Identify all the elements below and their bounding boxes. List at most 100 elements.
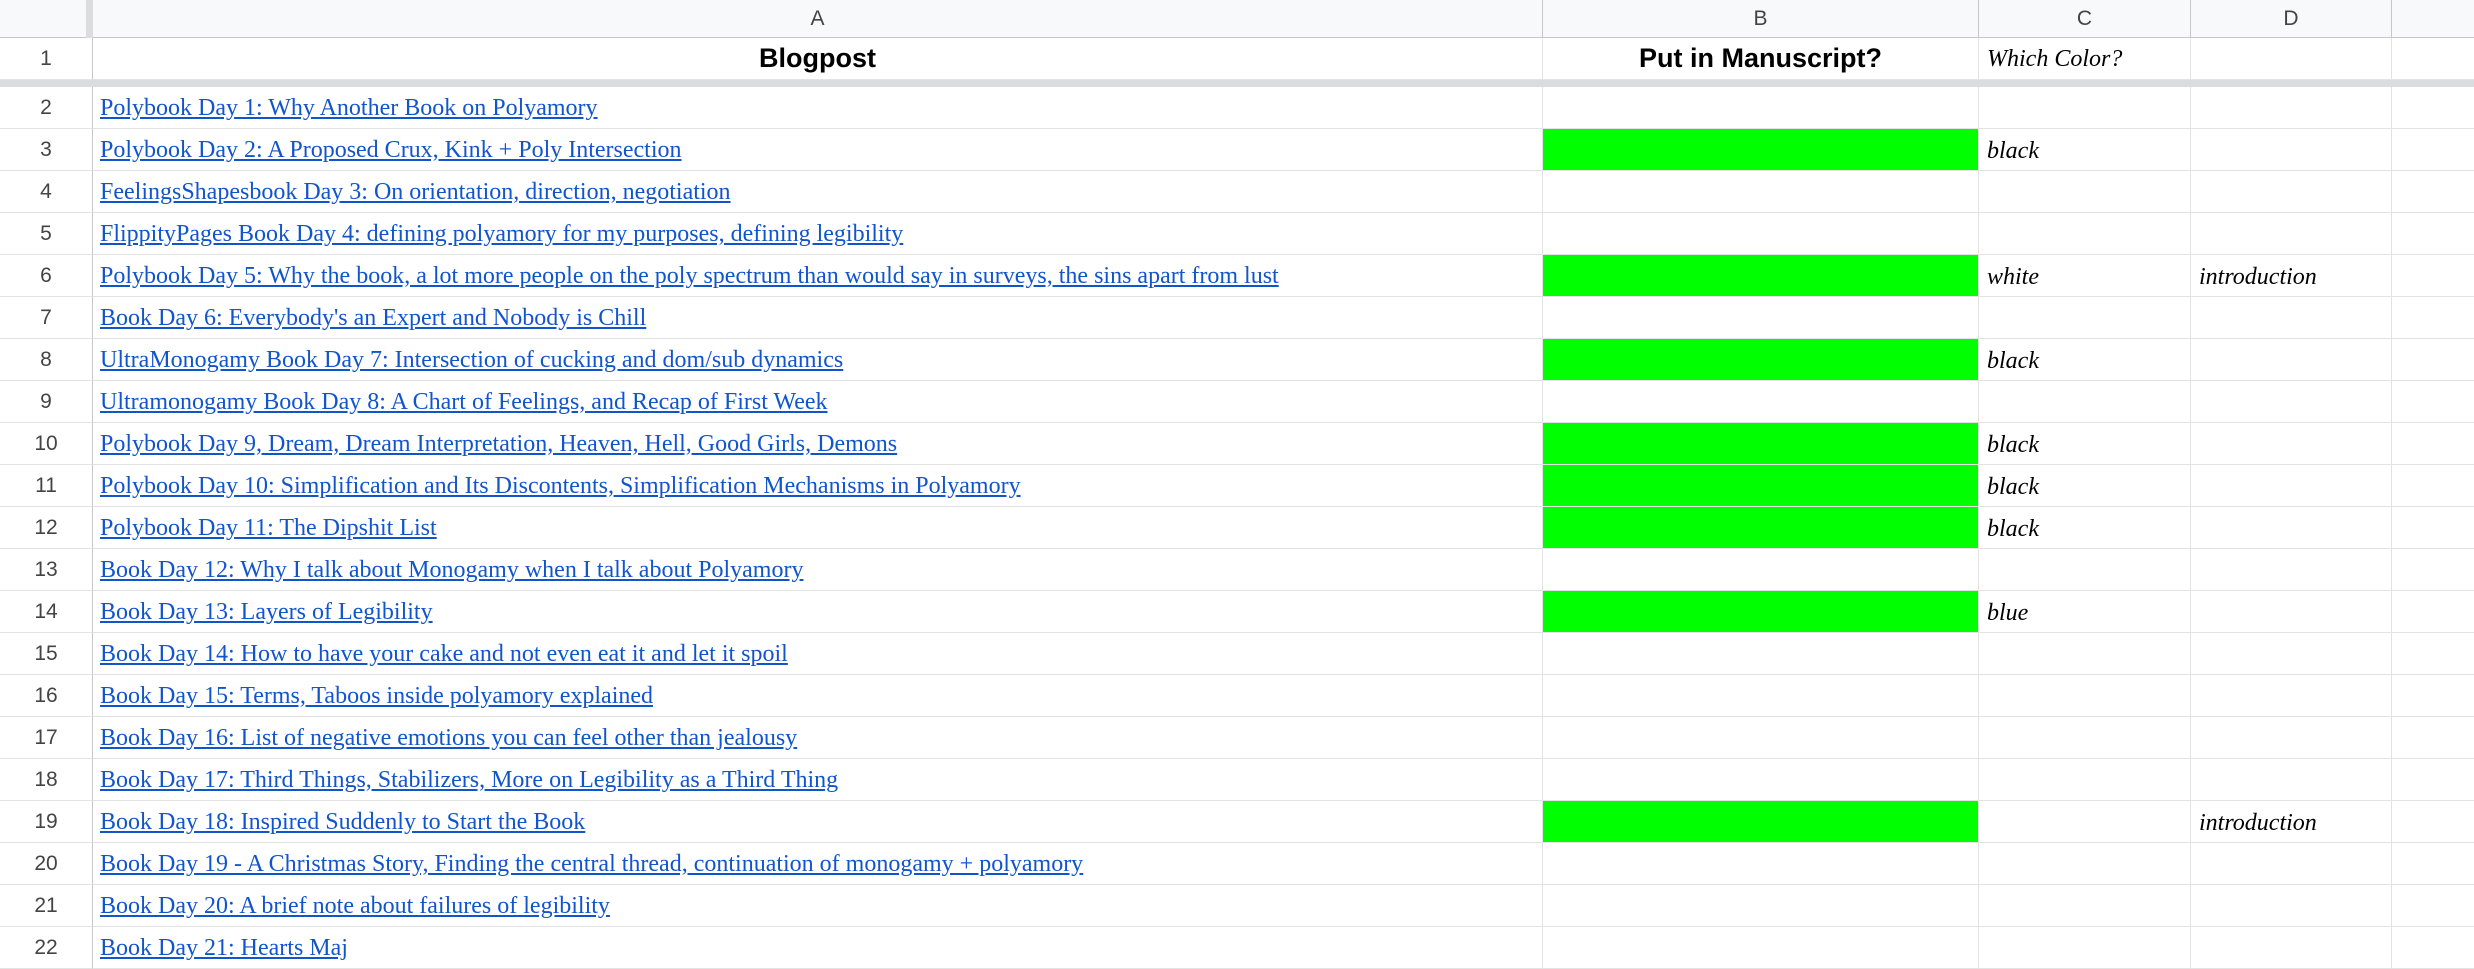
section-cell[interactable] xyxy=(2191,507,2392,549)
color-cell[interactable] xyxy=(1979,87,2191,129)
blogpost-link[interactable]: Polybook Day 1: Why Another Book on Poly… xyxy=(93,95,598,121)
manuscript-cell[interactable] xyxy=(1543,213,1979,255)
section-cell[interactable] xyxy=(2191,87,2392,129)
manuscript-cell-highlighted[interactable] xyxy=(1543,255,1979,297)
section-cell[interactable] xyxy=(2191,465,2392,507)
row-header[interactable]: 12 xyxy=(0,507,93,549)
blogpost-cell[interactable]: FlippityPages Book Day 4: defining polya… xyxy=(93,213,1543,255)
blogpost-cell[interactable]: Book Day 6: Everybody's an Expert and No… xyxy=(93,297,1543,339)
blogpost-cell[interactable]: Polybook Day 10: Simplification and Its … xyxy=(93,465,1543,507)
manuscript-cell-highlighted[interactable] xyxy=(1543,339,1979,381)
header-cell-manuscript[interactable]: Put in Manuscript? xyxy=(1543,38,1979,80)
header-cell-blogpost[interactable]: Blogpost xyxy=(93,38,1543,80)
empty-cell[interactable] xyxy=(2392,633,2474,675)
header-cell-color[interactable]: Which Color? xyxy=(1979,38,2191,80)
color-cell[interactable] xyxy=(1979,885,2191,927)
blogpost-cell[interactable]: Book Day 12: Why I talk about Monogamy w… xyxy=(93,549,1543,591)
blogpost-cell[interactable]: Book Day 16: List of negative emotions y… xyxy=(93,717,1543,759)
select-all-corner[interactable] xyxy=(0,0,89,38)
blogpost-cell[interactable]: Book Day 18: Inspired Suddenly to Start … xyxy=(93,801,1543,843)
manuscript-cell-highlighted[interactable] xyxy=(1543,507,1979,549)
color-cell[interactable] xyxy=(1979,549,2191,591)
blogpost-link[interactable]: Polybook Day 9, Dream, Dream Interpretat… xyxy=(93,431,897,457)
column-header-c[interactable]: C xyxy=(1979,0,2191,38)
empty-cell[interactable] xyxy=(2392,927,2474,969)
color-cell[interactable]: black xyxy=(1979,129,2191,171)
column-header-d[interactable]: D xyxy=(2191,0,2392,38)
row-header[interactable]: 19 xyxy=(0,801,93,843)
blogpost-cell[interactable]: Book Day 19 - A Christmas Story, Finding… xyxy=(93,843,1543,885)
manuscript-cell[interactable] xyxy=(1543,759,1979,801)
column-header-b[interactable]: B xyxy=(1543,0,1979,38)
blogpost-link[interactable]: FeelingsShapesbook Day 3: On orientation… xyxy=(93,179,731,205)
manuscript-cell[interactable] xyxy=(1543,381,1979,423)
empty-cell[interactable] xyxy=(2392,759,2474,801)
blogpost-link[interactable]: Polybook Day 5: Why the book, a lot more… xyxy=(93,263,1279,289)
row-header[interactable]: 15 xyxy=(0,633,93,675)
manuscript-cell[interactable] xyxy=(1543,927,1979,969)
color-cell[interactable] xyxy=(1979,297,2191,339)
empty-cell[interactable] xyxy=(2392,213,2474,255)
manuscript-cell-highlighted[interactable] xyxy=(1543,801,1979,843)
section-cell[interactable] xyxy=(2191,633,2392,675)
blogpost-link[interactable]: Book Day 15: Terms, Taboos inside polyam… xyxy=(93,683,653,709)
empty-cell[interactable] xyxy=(2392,171,2474,213)
row-header[interactable]: 21 xyxy=(0,885,93,927)
color-cell[interactable] xyxy=(1979,801,2191,843)
section-cell[interactable] xyxy=(2191,297,2392,339)
section-cell[interactable] xyxy=(2191,885,2392,927)
manuscript-cell-highlighted[interactable] xyxy=(1543,129,1979,171)
row-header[interactable]: 2 xyxy=(0,87,93,129)
blogpost-cell[interactable]: Polybook Day 5: Why the book, a lot more… xyxy=(93,255,1543,297)
section-cell[interactable] xyxy=(2191,591,2392,633)
section-cell[interactable] xyxy=(2191,381,2392,423)
color-cell[interactable] xyxy=(1979,843,2191,885)
empty-cell[interactable] xyxy=(2392,423,2474,465)
section-cell[interactable]: introduction xyxy=(2191,255,2392,297)
color-cell[interactable] xyxy=(1979,633,2191,675)
blogpost-link[interactable]: Book Day 14: How to have your cake and n… xyxy=(93,641,788,667)
blogpost-link[interactable]: Book Day 20: A brief note about failures… xyxy=(93,893,610,919)
section-cell[interactable] xyxy=(2191,927,2392,969)
manuscript-cell[interactable] xyxy=(1543,633,1979,675)
blogpost-cell[interactable]: Polybook Day 2: A Proposed Crux, Kink + … xyxy=(93,129,1543,171)
empty-cell[interactable] xyxy=(2392,843,2474,885)
row-header[interactable]: 7 xyxy=(0,297,93,339)
blogpost-cell[interactable]: Polybook Day 1: Why Another Book on Poly… xyxy=(93,87,1543,129)
empty-cell[interactable] xyxy=(2392,255,2474,297)
column-header-e[interactable] xyxy=(2392,0,2474,38)
blogpost-link[interactable]: Book Day 13: Layers of Legibility xyxy=(93,599,433,625)
section-cell[interactable] xyxy=(2191,213,2392,255)
blogpost-link[interactable]: Book Day 17: Third Things, Stabilizers, … xyxy=(93,767,838,793)
section-cell[interactable] xyxy=(2191,717,2392,759)
empty-cell[interactable] xyxy=(2392,801,2474,843)
color-cell[interactable]: black xyxy=(1979,339,2191,381)
section-cell[interactable] xyxy=(2191,129,2392,171)
manuscript-cell[interactable] xyxy=(1543,843,1979,885)
section-cell[interactable] xyxy=(2191,675,2392,717)
row-header[interactable]: 4 xyxy=(0,171,93,213)
color-cell[interactable]: black xyxy=(1979,423,2191,465)
empty-cell[interactable] xyxy=(2392,381,2474,423)
color-cell[interactable]: blue xyxy=(1979,591,2191,633)
empty-cell[interactable] xyxy=(2392,885,2474,927)
color-cell[interactable] xyxy=(1979,675,2191,717)
empty-cell[interactable] xyxy=(2392,297,2474,339)
section-cell[interactable] xyxy=(2191,549,2392,591)
blogpost-link[interactable]: Book Day 6: Everybody's an Expert and No… xyxy=(93,305,646,331)
header-cell-e[interactable] xyxy=(2392,38,2474,80)
frozen-row-divider[interactable] xyxy=(0,80,2474,87)
color-cell[interactable] xyxy=(1979,927,2191,969)
manuscript-cell-highlighted[interactable] xyxy=(1543,591,1979,633)
row-header[interactable]: 18 xyxy=(0,759,93,801)
empty-cell[interactable] xyxy=(2392,465,2474,507)
column-header-a[interactable]: A xyxy=(93,0,1543,38)
blogpost-link[interactable]: Book Day 12: Why I talk about Monogamy w… xyxy=(93,557,803,583)
row-header[interactable]: 20 xyxy=(0,843,93,885)
row-header[interactable]: 5 xyxy=(0,213,93,255)
header-cell-d[interactable] xyxy=(2191,38,2392,80)
section-cell[interactable] xyxy=(2191,843,2392,885)
empty-cell[interactable] xyxy=(2392,87,2474,129)
blogpost-cell[interactable]: Book Day 17: Third Things, Stabilizers, … xyxy=(93,759,1543,801)
section-cell[interactable] xyxy=(2191,423,2392,465)
